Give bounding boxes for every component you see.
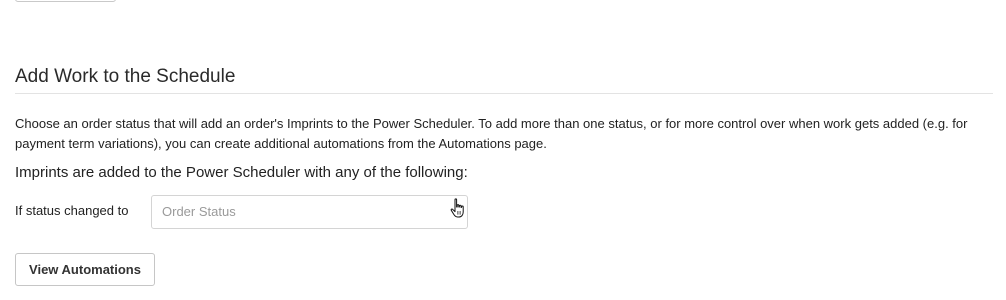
- section-description: Choose an order status that will add an …: [15, 116, 968, 151]
- title-divider: [15, 93, 993, 94]
- section-title: Add Work to the Schedule: [15, 66, 236, 87]
- view-automations-button[interactable]: View Automations: [15, 253, 155, 286]
- hand-pointer-icon: [449, 198, 467, 220]
- status-field-label: If status changed to: [15, 203, 129, 218]
- page: Add Work to the Schedule Choose an order…: [0, 0, 1006, 300]
- previous-section-button[interactable]: [15, 0, 116, 2]
- section-subheading: Imprints are added to the Power Schedule…: [15, 164, 468, 181]
- order-status-placeholder: Order Status: [162, 204, 236, 219]
- order-status-select[interactable]: Order Status: [151, 195, 468, 229]
